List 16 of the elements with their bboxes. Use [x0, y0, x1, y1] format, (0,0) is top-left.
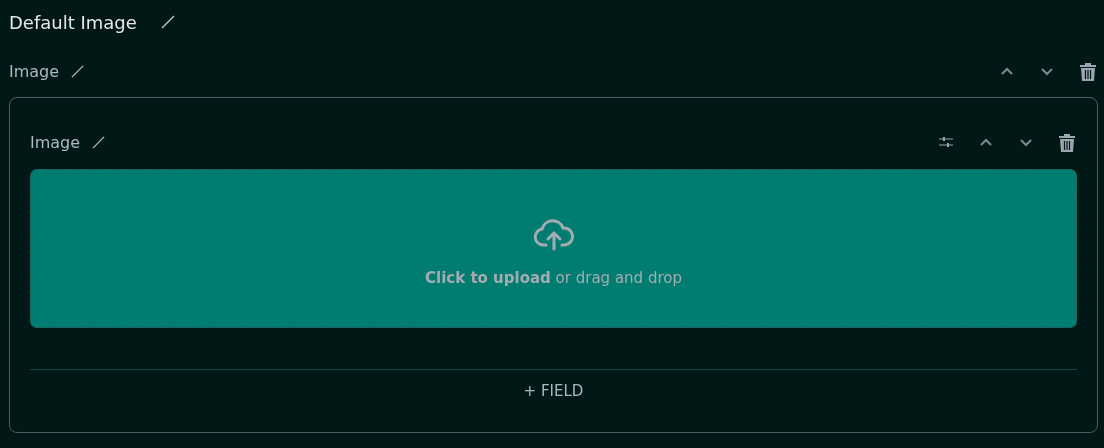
trash-icon[interactable]	[1080, 61, 1096, 81]
chevron-up-icon[interactable]	[979, 137, 993, 147]
trash-icon[interactable]	[1059, 132, 1075, 152]
upload-instructions: Click to upload or drag and drop	[425, 268, 682, 287]
page-title: Default Image	[9, 11, 137, 33]
add-field-button[interactable]: + FIELD	[515, 378, 592, 404]
chevron-down-icon[interactable]	[1019, 137, 1033, 147]
section-label: Image	[9, 61, 60, 81]
field-label: Image	[30, 132, 81, 152]
edit-icon[interactable]	[92, 135, 106, 149]
cloud-upload-icon	[532, 218, 575, 251]
sliders-icon[interactable]	[939, 136, 953, 148]
edit-icon[interactable]	[71, 64, 85, 78]
edit-icon[interactable]	[160, 15, 175, 29]
chevron-up-icon[interactable]	[1000, 66, 1014, 76]
chevron-down-icon[interactable]	[1040, 66, 1054, 76]
